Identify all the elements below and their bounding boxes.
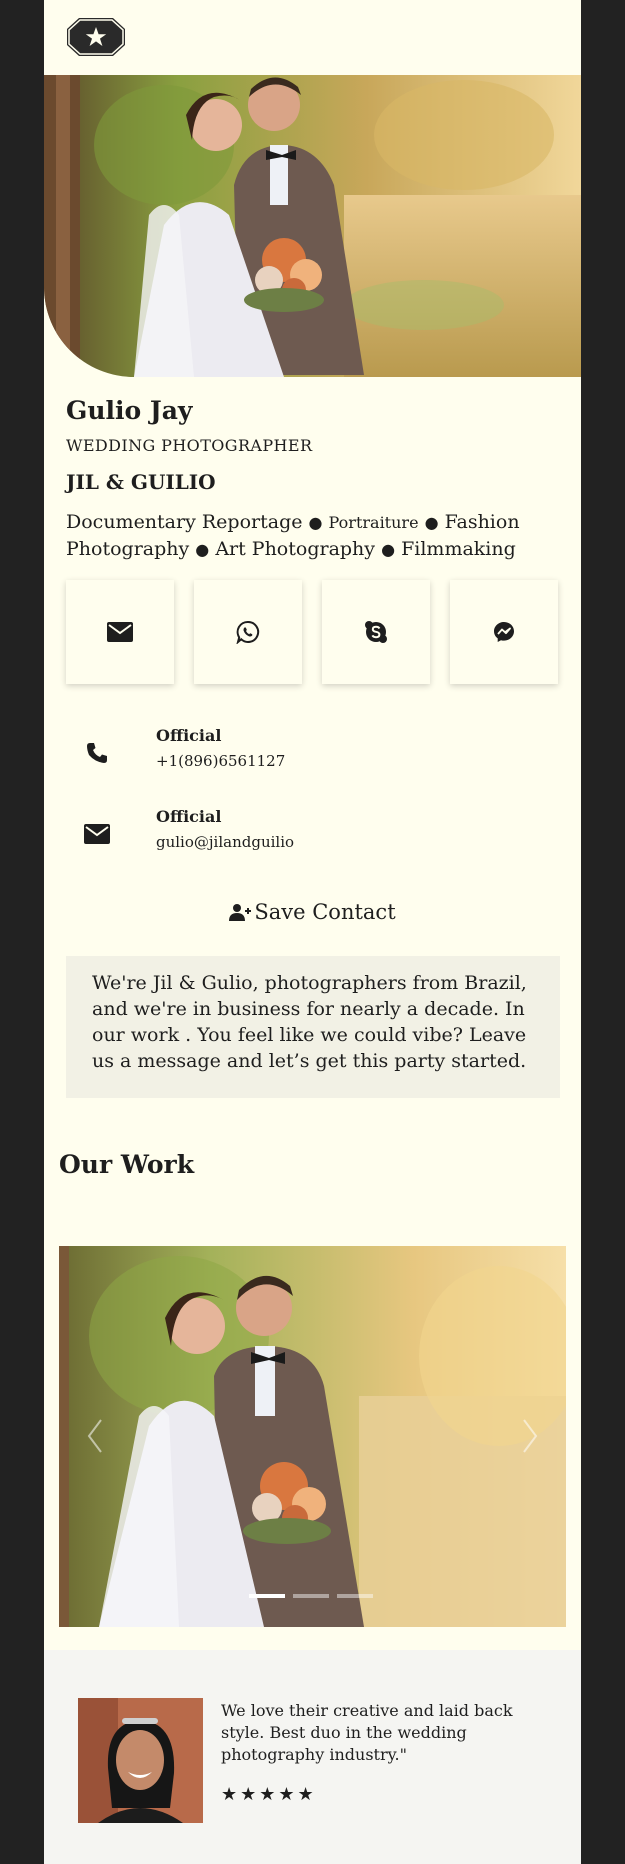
mail-icon [82, 819, 112, 849]
work-carousel[interactable] [59, 1246, 566, 1627]
testimonial-quote: We love their creative and laid back sty… [221, 1701, 513, 1764]
services-list: Documentary Reportage ● Portraiture ● Fa… [66, 509, 546, 563]
separator-dot: ● [308, 513, 323, 532]
service-item: Filmmaking [401, 538, 516, 560]
testimonial-section: We love their creative and laid back sty… [44, 1650, 581, 1864]
carousel-dot[interactable] [249, 1594, 285, 1598]
chevron-right-icon [523, 1419, 538, 1453]
carousel-prev-button[interactable] [83, 1416, 107, 1456]
email-label: Official [156, 807, 222, 826]
whatsapp-button[interactable] [194, 580, 302, 684]
service-item: Art Photography [215, 538, 376, 560]
cover-photo [44, 75, 581, 377]
phone-contact[interactable]: Official +1(896)6561127 [66, 726, 546, 786]
reviewer-photo [78, 1698, 203, 1823]
save-contact-button[interactable]: Save Contact [44, 900, 581, 924]
carousel-dot[interactable] [337, 1594, 373, 1598]
phone-number[interactable]: +1(896)6561127 [156, 752, 285, 770]
save-contact-label: Save Contact [254, 900, 396, 924]
about-text: We're Jil & Gulio, photographers from Br… [66, 956, 560, 1098]
email-contact[interactable]: Official gulio@jilandguilio [66, 807, 546, 867]
separator-dot: ● [424, 513, 439, 532]
messenger-button[interactable] [450, 580, 558, 684]
messenger-icon [494, 622, 514, 642]
quick-actions [66, 580, 560, 684]
email-address[interactable]: gulio@jilandguilio [156, 833, 294, 851]
mail-icon [107, 622, 133, 642]
carousel-indicators [249, 1594, 379, 1600]
job-title: WEDDING PHOTOGRAPHER [66, 436, 313, 455]
skype-button[interactable] [322, 580, 430, 684]
phone-icon [82, 738, 112, 768]
company-name: JIL & GUILIO [66, 470, 216, 494]
whatsapp-icon [236, 620, 260, 644]
star-badge-icon [67, 18, 125, 56]
service-item: Documentary Reportage [66, 511, 303, 533]
section-title: Our Work [59, 1150, 195, 1179]
chevron-left-icon [87, 1419, 102, 1453]
star-rating-icon: ★★★★★ [221, 1784, 317, 1805]
profile-name: Gulio Jay [66, 396, 193, 425]
email-button[interactable] [66, 580, 174, 684]
phone-label: Official [156, 726, 222, 745]
carousel-slide-photo [59, 1246, 566, 1627]
separator-dot: ● [195, 540, 210, 559]
brand-logo[interactable] [66, 16, 126, 58]
carousel-next-button[interactable] [518, 1416, 542, 1456]
carousel-dot[interactable] [293, 1594, 329, 1598]
service-item: Portraiture [328, 513, 419, 532]
separator-dot: ● [381, 540, 396, 559]
skype-icon [365, 621, 387, 643]
profile-card: Gulio Jay WEDDING PHOTOGRAPHER JIL & GUI… [44, 0, 581, 1864]
add-user-icon [229, 904, 252, 921]
